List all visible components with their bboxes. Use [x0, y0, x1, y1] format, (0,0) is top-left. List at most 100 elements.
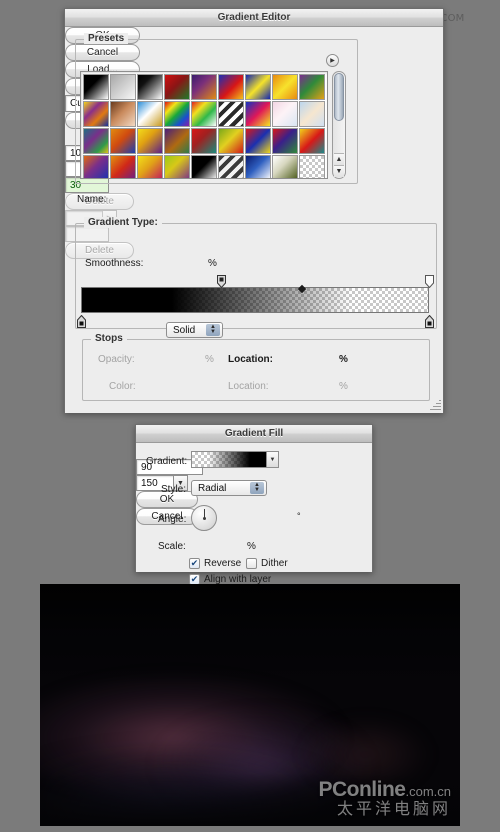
smoothness-unit: % — [208, 258, 217, 269]
preset-swatch-orange-blue[interactable] — [110, 128, 136, 154]
presets-flyout-icon[interactable]: ▶ — [326, 54, 339, 67]
gradient-swatch-ink — [192, 452, 266, 467]
gradient-preview-swatch[interactable]: ▼ — [191, 451, 279, 468]
presets-grid[interactable] — [81, 72, 327, 178]
style-chevron-icon: ▲ ▼ — [250, 482, 264, 494]
gradient-editor-dialog: Gradient Editor Presets ▶ ▲ ▼ OK Cancel … — [64, 8, 444, 413]
preset-swatch-orange-violet-blue[interactable] — [83, 155, 109, 178]
preset-swatch-blue-white[interactable] — [245, 155, 271, 178]
preset-swatch-violet-orange-green[interactable] — [164, 128, 190, 154]
preset-swatch-yellow-violet-orange-blue[interactable] — [83, 101, 109, 127]
gradient-preview-bar[interactable] — [81, 287, 429, 313]
opacity-unit: % — [205, 354, 214, 365]
color-stop-glyph — [425, 315, 434, 328]
bottom-watermark-domain: .com.cn — [405, 784, 451, 800]
smoothness-label: Smoothness: — [85, 258, 144, 269]
preset-swatch-black-white-fade[interactable] — [83, 74, 109, 100]
gradient-fill-body: Gradient: ▼ Style: Radial ▲▼ Angle: 90 — [136, 443, 372, 585]
preset-swatch-black-white-hard[interactable] — [191, 155, 217, 178]
gradient-ink — [82, 288, 428, 312]
bottom-watermark-line2: 太平洋电脑网 — [336, 799, 451, 819]
color-stop-start[interactable] — [77, 315, 86, 328]
preset-swatch-gray-stripes[interactable] — [218, 155, 244, 178]
style-value: Radial — [198, 482, 227, 494]
preset-swatch-pastel-blue[interactable] — [299, 101, 325, 127]
opacity-stop-end[interactable] — [425, 275, 434, 288]
presets-scroll-up-icon[interactable]: ▲ — [334, 153, 344, 165]
gradient-editor-body: Presets ▶ ▲ ▼ OK Cancel Load... Save... … — [65, 27, 443, 413]
preset-swatch-green-violet[interactable] — [164, 155, 190, 178]
preset-swatch-red-teal[interactable] — [191, 128, 217, 154]
preset-swatch-black-to-white[interactable] — [137, 74, 163, 100]
presets-scrollbar-thumb[interactable] — [334, 73, 344, 121]
dither-checkbox-box — [246, 558, 257, 569]
color-stop-glyph — [77, 315, 86, 328]
preset-swatch-violet-green-orange[interactable] — [299, 74, 325, 100]
preset-swatch-green-red[interactable] — [218, 128, 244, 154]
gradient-picker-chevron-down-icon[interactable]: ▼ — [266, 452, 278, 467]
bottom-watermark-line1: PConline.com.cn — [318, 779, 451, 801]
preset-swatch-blue-yellow-blue[interactable] — [245, 74, 271, 100]
opacity-stop-selected[interactable] — [217, 275, 226, 288]
reverse-checkbox[interactable]: ✔ Reverse — [189, 558, 241, 569]
angle-unit: ° — [297, 511, 301, 521]
reverse-checkbox-box: ✔ — [189, 558, 200, 569]
preset-swatch-transparent-rainbow[interactable] — [191, 101, 217, 127]
resize-grip-icon[interactable] — [429, 399, 442, 412]
preset-swatch-yellow-red-teal[interactable] — [299, 128, 325, 154]
preset-swatch-blue-red-yellow[interactable] — [218, 74, 244, 100]
dither-checkbox[interactable]: Dither — [246, 558, 288, 569]
preset-swatch-transparent-checker[interactable] — [299, 155, 325, 178]
preset-swatch-red-blue-yellow[interactable] — [245, 128, 271, 154]
preset-swatch-orange-red-violet[interactable] — [110, 155, 136, 178]
preset-swatch-foreground-to-transparent[interactable] — [110, 74, 136, 100]
preset-swatch-orange-yellow-orange[interactable] — [272, 74, 298, 100]
canvas-preview-image: PConline.com.cn 太平洋电脑网 — [40, 584, 460, 826]
opacity-location-label: Location: — [228, 354, 273, 365]
gradient-label: Gradient: — [146, 456, 188, 467]
preset-swatch-yellow-magenta[interactable] — [137, 155, 163, 178]
gradient-fill-dialog: Gradient Fill Gradient: ▼ Style: Radial … — [135, 424, 373, 585]
preset-swatch-spectrum[interactable] — [164, 101, 190, 127]
gradient-type-value: Solid — [173, 324, 196, 336]
gradient-type-group-label: Gradient Type: — [84, 217, 162, 228]
gradient-type-group: Gradient Type: — [75, 217, 437, 329]
stops-group-label: Stops — [91, 333, 127, 344]
presets-scrollbar[interactable]: ▲ ▼ — [332, 71, 346, 179]
preset-swatch-white-olive[interactable] — [272, 155, 298, 178]
presets-well[interactable] — [80, 71, 328, 179]
preset-swatch-pastel-pink[interactable] — [272, 101, 298, 127]
preset-swatch-blue-red-magenta[interactable] — [245, 101, 271, 127]
preset-swatch-copper[interactable] — [110, 101, 136, 127]
name-label: Name: — [77, 194, 107, 205]
preset-swatch-teal-violet-green[interactable] — [83, 128, 109, 154]
preview-top-vignette — [40, 584, 460, 686]
presets-group-label: Presets — [84, 33, 129, 44]
gradient-editor-titlebar[interactable]: Gradient Editor — [65, 9, 443, 27]
preset-swatch-yellow-violet[interactable] — [137, 128, 163, 154]
preset-swatch-red-violet-green[interactable] — [272, 128, 298, 154]
screenshot-root: 最好的PS论坛:BBS.16XX8.COM Gradient Editor Pr… — [0, 0, 500, 832]
bottom-watermark-brand: PConline — [318, 778, 406, 802]
opacity-stop-glyph — [217, 275, 226, 288]
opacity-location-unit: % — [339, 354, 348, 365]
gradient-type-select[interactable]: Solid ▲ ▼ — [166, 322, 223, 338]
preset-swatch-blue-gold[interactable] — [137, 101, 163, 127]
gradient-swatch-fill — [192, 452, 266, 467]
style-select[interactable]: Radial ▲ ▼ — [191, 480, 267, 496]
presets-scroll-down-icon[interactable]: ▼ — [334, 165, 344, 177]
color-stop-end[interactable] — [425, 315, 434, 328]
gradient-fill-title: Gradient Fill — [224, 428, 284, 439]
gradient-editor-title: Gradient Editor — [217, 12, 291, 23]
preset-swatch-transparent-stripes[interactable] — [218, 101, 244, 127]
preset-swatch-red-green[interactable] — [164, 74, 190, 100]
preset-swatch-violet-orange[interactable] — [191, 74, 217, 100]
color-label: Color: — [109, 381, 136, 392]
scale-label: Scale: — [158, 541, 186, 552]
scale-value: 150 — [141, 477, 158, 489]
scale-unit: % — [247, 541, 256, 552]
angle-dial[interactable] — [191, 505, 217, 531]
style-label: Style: — [161, 484, 187, 495]
reverse-checkbox-label: Reverse — [204, 558, 242, 569]
gradient-fill-titlebar[interactable]: Gradient Fill — [136, 425, 372, 443]
